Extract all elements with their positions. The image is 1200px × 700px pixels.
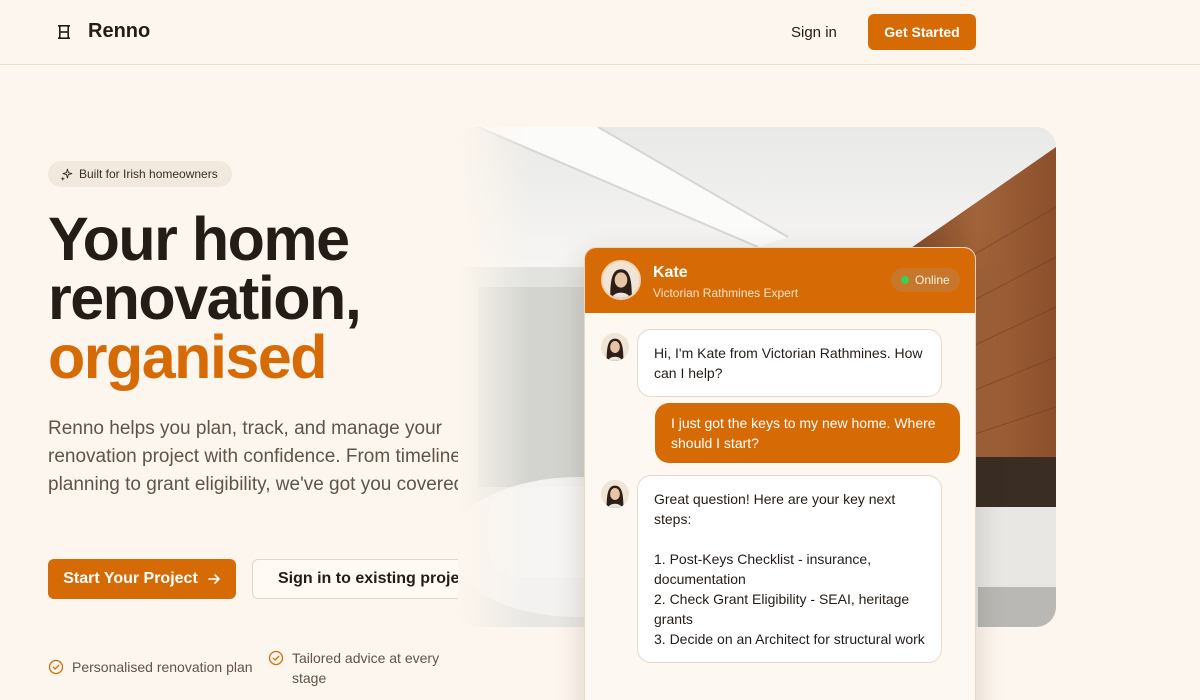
agent-message: Great question! Here are your key next s… [637, 475, 942, 663]
hero-title-accent: organised [48, 323, 328, 391]
check-circle-icon [268, 650, 284, 666]
status-badge: Online [891, 268, 960, 292]
get-started-button[interactable]: Get Started [868, 14, 976, 50]
arrow-right-icon [207, 574, 220, 584]
audience-badge-label: Built for Irish homeowners [79, 167, 218, 181]
logo-icon [58, 25, 70, 39]
start-project-label: Start Your Project [63, 570, 198, 587]
agent-avatar [601, 260, 641, 300]
audience-badge: Built for Irish homeowners [48, 161, 232, 187]
sign-in-link[interactable]: Sign in [791, 24, 837, 41]
agent-role: Victorian Rathmines Expert [653, 286, 799, 300]
check-circle-icon [48, 659, 64, 675]
chat-widget: Kate Victorian Rathmines Expert Online H… [584, 247, 976, 700]
chat-header: Kate Victorian Rathmines Expert Online [585, 248, 975, 313]
status-label: Online [915, 273, 950, 287]
online-dot-icon [901, 276, 909, 284]
hero-title: Your home renovation, organised [48, 209, 468, 388]
sparkle-icon [60, 168, 73, 181]
agent-name: Kate [653, 264, 688, 281]
message-avatar [601, 333, 629, 361]
feature-label: Tailored advice at every stage [292, 650, 440, 686]
user-message: I just got the keys to my new home. Wher… [655, 403, 960, 463]
top-navigation: Renno Sign in Get Started [0, 0, 1200, 65]
hero-description: Renno helps you plan, track, and manage … [48, 418, 470, 495]
message-avatar [601, 480, 629, 508]
agent-message: Hi, I'm Kate from Victorian Rathmines. H… [637, 329, 942, 397]
brand-name[interactable]: Renno [88, 20, 150, 43]
feature-item: Personalised renovation plan [48, 657, 253, 677]
feature-label: Personalised renovation plan [72, 659, 253, 675]
hero-title-line-2: renovation, [48, 264, 362, 332]
hero-title-line-1: Your home [48, 205, 350, 273]
start-project-button[interactable]: Start Your Project [48, 559, 236, 599]
feature-item: Tailored advice at every stage [268, 648, 452, 688]
